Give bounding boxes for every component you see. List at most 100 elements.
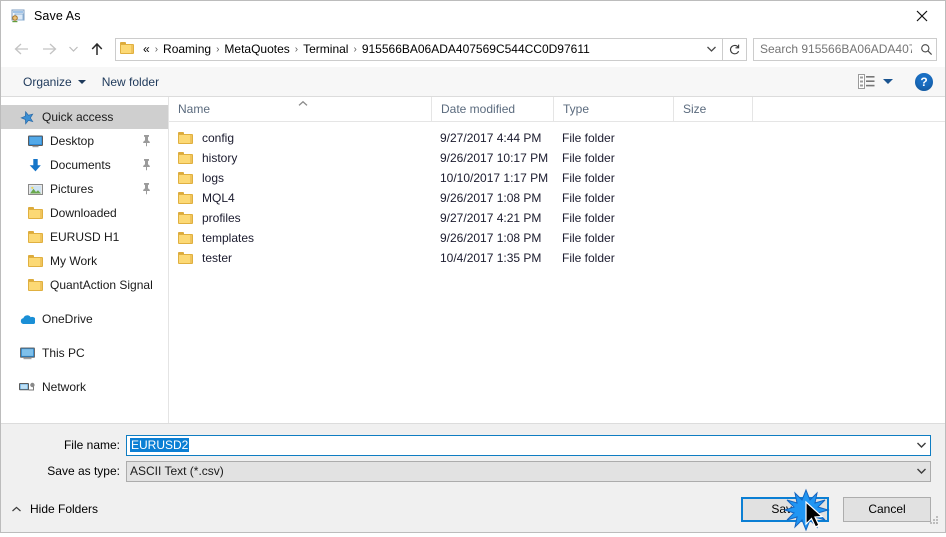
help-button[interactable]: ?: [915, 72, 933, 91]
file-type-cell: File folder: [562, 151, 615, 165]
sidebar-item-quick-access[interactable]: Quick access: [1, 105, 168, 129]
address-chevron-down-icon[interactable]: [700, 39, 722, 60]
folder-icon: [178, 132, 193, 144]
file-type-cell: File folder: [562, 231, 615, 245]
folder-icon: [178, 152, 193, 164]
filename-row: File name: EURUSD2: [1, 434, 945, 456]
refresh-icon[interactable]: [723, 37, 747, 61]
search-box[interactable]: [753, 37, 937, 61]
sidebar-item-label: QuantAction Signal: [50, 278, 153, 292]
pin-icon[interactable]: [141, 134, 152, 150]
filetype-chevron-down-icon[interactable]: [913, 467, 930, 475]
view-layout-button[interactable]: [854, 72, 897, 91]
folder-icon: [178, 172, 193, 184]
filename-value[interactable]: EURUSD2: [127, 438, 913, 452]
sidebar-item-label: My Work: [50, 254, 98, 268]
file-date-cell: 9/27/2017 4:21 PM: [440, 211, 542, 225]
chevron-up-icon: [11, 502, 22, 516]
column-header-size[interactable]: Size: [673, 97, 752, 121]
save-as-window-icon: [10, 8, 26, 24]
navigation-sidebar: Quick access Desktop Documents Pictures …: [1, 97, 169, 423]
file-rows: config 9/27/2017 4:44 PM File folder his…: [169, 122, 945, 423]
organize-button[interactable]: Organize: [15, 72, 94, 92]
pin-icon[interactable]: [141, 158, 152, 174]
file-list-pane: Name Date modified Type Size config 9/27…: [169, 97, 945, 423]
table-row[interactable]: logs 10/10/2017 1:17 PM File folder: [169, 168, 945, 188]
sidebar-item-label: This PC: [42, 346, 85, 360]
sidebar-item-quantaction-signal[interactable]: QuantAction Signal: [1, 273, 168, 297]
table-row[interactable]: templates 9/26/2017 1:08 PM File folder: [169, 228, 945, 248]
hide-folders-button[interactable]: Hide Folders: [11, 502, 98, 516]
cancel-button[interactable]: Cancel: [843, 496, 931, 522]
folder-icon: [27, 277, 43, 293]
breadcrumb-item-guid[interactable]: 915566BA06ADA407569C544CC0D97611: [359, 42, 593, 56]
save-form: File name: EURUSD2 Save as type: ASCII T…: [1, 423, 945, 486]
help-label: ?: [920, 74, 928, 89]
search-input[interactable]: [754, 42, 916, 56]
pin-icon[interactable]: [141, 182, 152, 198]
filename-field[interactable]: EURUSD2: [126, 434, 931, 456]
breadcrumb-item-terminal[interactable]: Terminal: [300, 42, 351, 56]
save-button[interactable]: Save: [741, 496, 829, 522]
sidebar-item-eurusd-h1[interactable]: EURUSD H1: [1, 225, 168, 249]
sidebar-item-my-work[interactable]: My Work: [1, 249, 168, 273]
folder-icon: [27, 253, 43, 269]
folder-icon: [178, 252, 193, 264]
hide-folders-label: Hide Folders: [30, 502, 99, 516]
folder-icon: [27, 229, 43, 245]
sidebar-item-network[interactable]: Network: [1, 375, 168, 399]
column-headers: Name Date modified Type Size: [169, 97, 945, 122]
file-name-label: logs: [202, 171, 225, 185]
table-row[interactable]: MQL4 9/26/2017 1:08 PM File folder: [169, 188, 945, 208]
file-date-cell: 10/10/2017 1:17 PM: [440, 171, 549, 185]
file-date-cell: 9/26/2017 1:08 PM: [440, 231, 542, 245]
filename-selected-text[interactable]: EURUSD2: [130, 438, 190, 452]
file-name-label: history: [202, 151, 238, 165]
sidebar-item-desktop[interactable]: Desktop: [1, 129, 168, 153]
view-layout-icon: [858, 74, 875, 89]
sidebar-item-label: OneDrive: [42, 312, 93, 326]
filename-chevron-down-icon[interactable]: [913, 441, 930, 449]
column-header-type[interactable]: Type: [553, 97, 673, 121]
column-header-date-modified[interactable]: Date modified: [431, 97, 553, 121]
file-name-label: tester: [202, 251, 233, 265]
file-type-cell: File folder: [562, 171, 615, 185]
table-row[interactable]: profiles 9/27/2017 4:21 PM File folder: [169, 208, 945, 228]
new-folder-button[interactable]: New folder: [94, 72, 167, 92]
table-row[interactable]: config 9/27/2017 4:44 PM File folder: [169, 128, 945, 148]
sidebar-item-documents[interactable]: Documents: [1, 153, 168, 177]
back-icon[interactable]: [7, 36, 35, 62]
thispc-icon: [19, 345, 35, 361]
documents-icon: [27, 157, 43, 173]
chevron-down-icon: [77, 79, 86, 84]
breadcrumb-item-metaquotes[interactable]: MetaQuotes: [221, 42, 292, 56]
breadcrumb-item-roaming[interactable]: Roaming: [160, 42, 214, 56]
table-row[interactable]: tester 10/4/2017 1:35 PM File folder: [169, 248, 945, 268]
up-icon[interactable]: [83, 36, 111, 62]
table-row[interactable]: history 9/26/2017 10:17 PM File folder: [169, 148, 945, 168]
file-date-cell: 10/4/2017 1:35 PM: [440, 251, 542, 265]
window-title: Save As: [34, 9, 81, 23]
breadcrumb-overflow[interactable]: «: [140, 42, 153, 56]
resize-grip-icon[interactable]: [929, 514, 941, 529]
organize-label: Organize: [23, 74, 72, 89]
forward-icon[interactable]: [35, 36, 63, 62]
recent-locations-chevron-down-icon[interactable]: [63, 36, 83, 62]
file-name-cell: templates: [169, 231, 431, 245]
sidebar-item-this-pc[interactable]: This PC: [1, 341, 168, 365]
sidebar-item-pictures[interactable]: Pictures: [1, 177, 168, 201]
navigation-bar: « › Roaming › MetaQuotes › Terminal › 91…: [1, 31, 945, 67]
view-chevron-down-icon[interactable]: [883, 79, 893, 84]
filetype-select[interactable]: ASCII Text (*.csv): [126, 460, 931, 482]
file-name-label: templates: [202, 231, 255, 245]
star-icon: [19, 109, 35, 125]
sidebar-item-label: Quick access: [42, 110, 114, 124]
close-icon[interactable]: [899, 1, 945, 31]
sidebar-item-onedrive[interactable]: OneDrive: [1, 307, 168, 331]
sidebar-item-label: Network: [42, 380, 87, 394]
address-bar[interactable]: « › Roaming › MetaQuotes › Terminal › 91…: [115, 37, 723, 61]
dialog-button-bar: Hide Folders Save Cancel: [1, 486, 945, 532]
sidebar-item-downloaded[interactable]: Downloaded: [1, 201, 168, 225]
